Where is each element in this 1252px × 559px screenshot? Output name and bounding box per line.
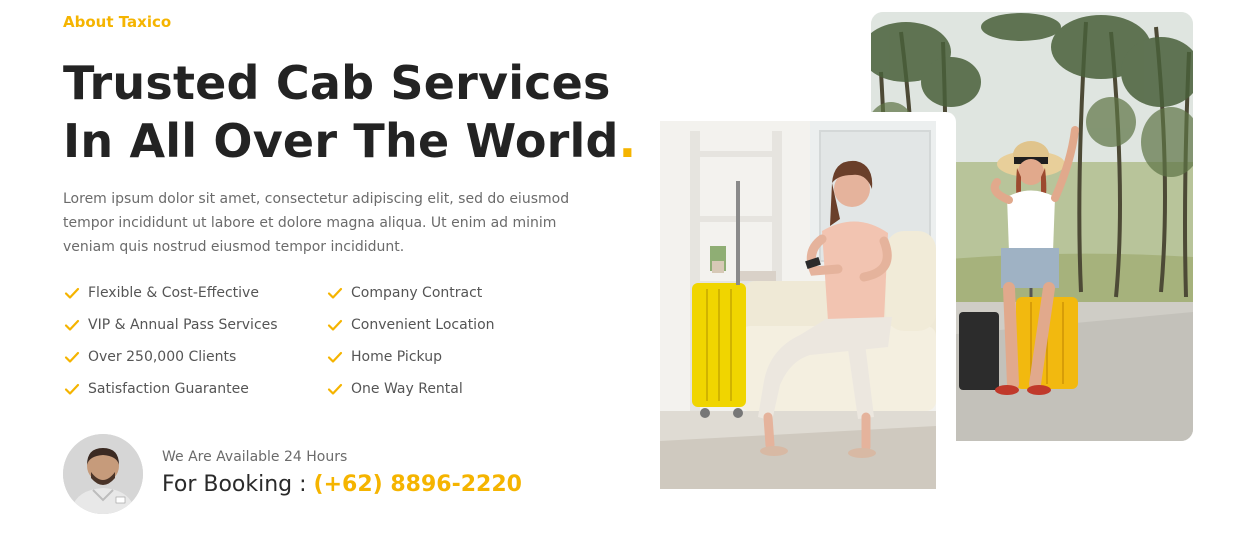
feature-item: Satisfaction Guarantee — [63, 378, 326, 400]
feature-item: One Way Rental — [326, 378, 586, 400]
avatar — [63, 434, 143, 514]
feature-item: VIP & Annual Pass Services — [63, 314, 326, 336]
check-icon — [327, 319, 343, 331]
feature-label: One Way Rental — [351, 381, 463, 397]
traveler-sofa-photo-frame — [651, 112, 956, 509]
booking-contact: We Are Available 24 Hours For Booking : … — [63, 434, 522, 514]
page-title: Trusted Cab Services In All Over The Wor… — [63, 54, 636, 170]
headline-line-2: In All Over The World — [63, 114, 619, 168]
booking-text: We Are Available 24 Hours For Booking : … — [162, 449, 522, 497]
feature-label: Company Contract — [351, 285, 483, 301]
headline-line-1: Trusted Cab Services — [63, 56, 611, 110]
feature-item: Company Contract — [326, 282, 586, 304]
feature-label: Home Pickup — [351, 349, 442, 365]
traveler-sofa-photo — [660, 121, 936, 489]
booking-label: For Booking : — [162, 472, 314, 497]
feature-label: Flexible & Cost-Effective — [88, 285, 259, 301]
availability-text: We Are Available 24 Hours — [162, 449, 348, 465]
section-description: Lorem ipsum dolor sit amet, consectetur … — [63, 191, 570, 255]
feature-item: Over 250,000 Clients — [63, 346, 326, 368]
feature-label: Over 250,000 Clients — [88, 349, 237, 365]
section-eyebrow: About Taxico — [63, 13, 172, 31]
check-icon — [64, 319, 80, 331]
feature-label: VIP & Annual Pass Services — [88, 317, 278, 333]
feature-label: Satisfaction Guarantee — [88, 381, 249, 397]
check-icon — [327, 351, 343, 363]
feature-label: Convenient Location — [351, 317, 495, 333]
check-icon — [64, 287, 80, 299]
check-icon — [327, 287, 343, 299]
feature-list: Flexible & Cost-Effective Company Contra… — [63, 282, 603, 400]
check-icon — [327, 383, 343, 395]
feature-item: Flexible & Cost-Effective — [63, 282, 326, 304]
booking-phone-link[interactable]: (+62) 8896-2220 — [314, 472, 522, 497]
check-icon — [64, 383, 80, 395]
check-icon — [64, 351, 80, 363]
feature-item: Convenient Location — [326, 314, 586, 336]
support-agent-avatar — [63, 434, 143, 514]
booking-line: For Booking : (+62) 8896-2220 — [162, 472, 522, 497]
headline-dot: . — [618, 114, 637, 168]
feature-item: Home Pickup — [326, 346, 586, 368]
